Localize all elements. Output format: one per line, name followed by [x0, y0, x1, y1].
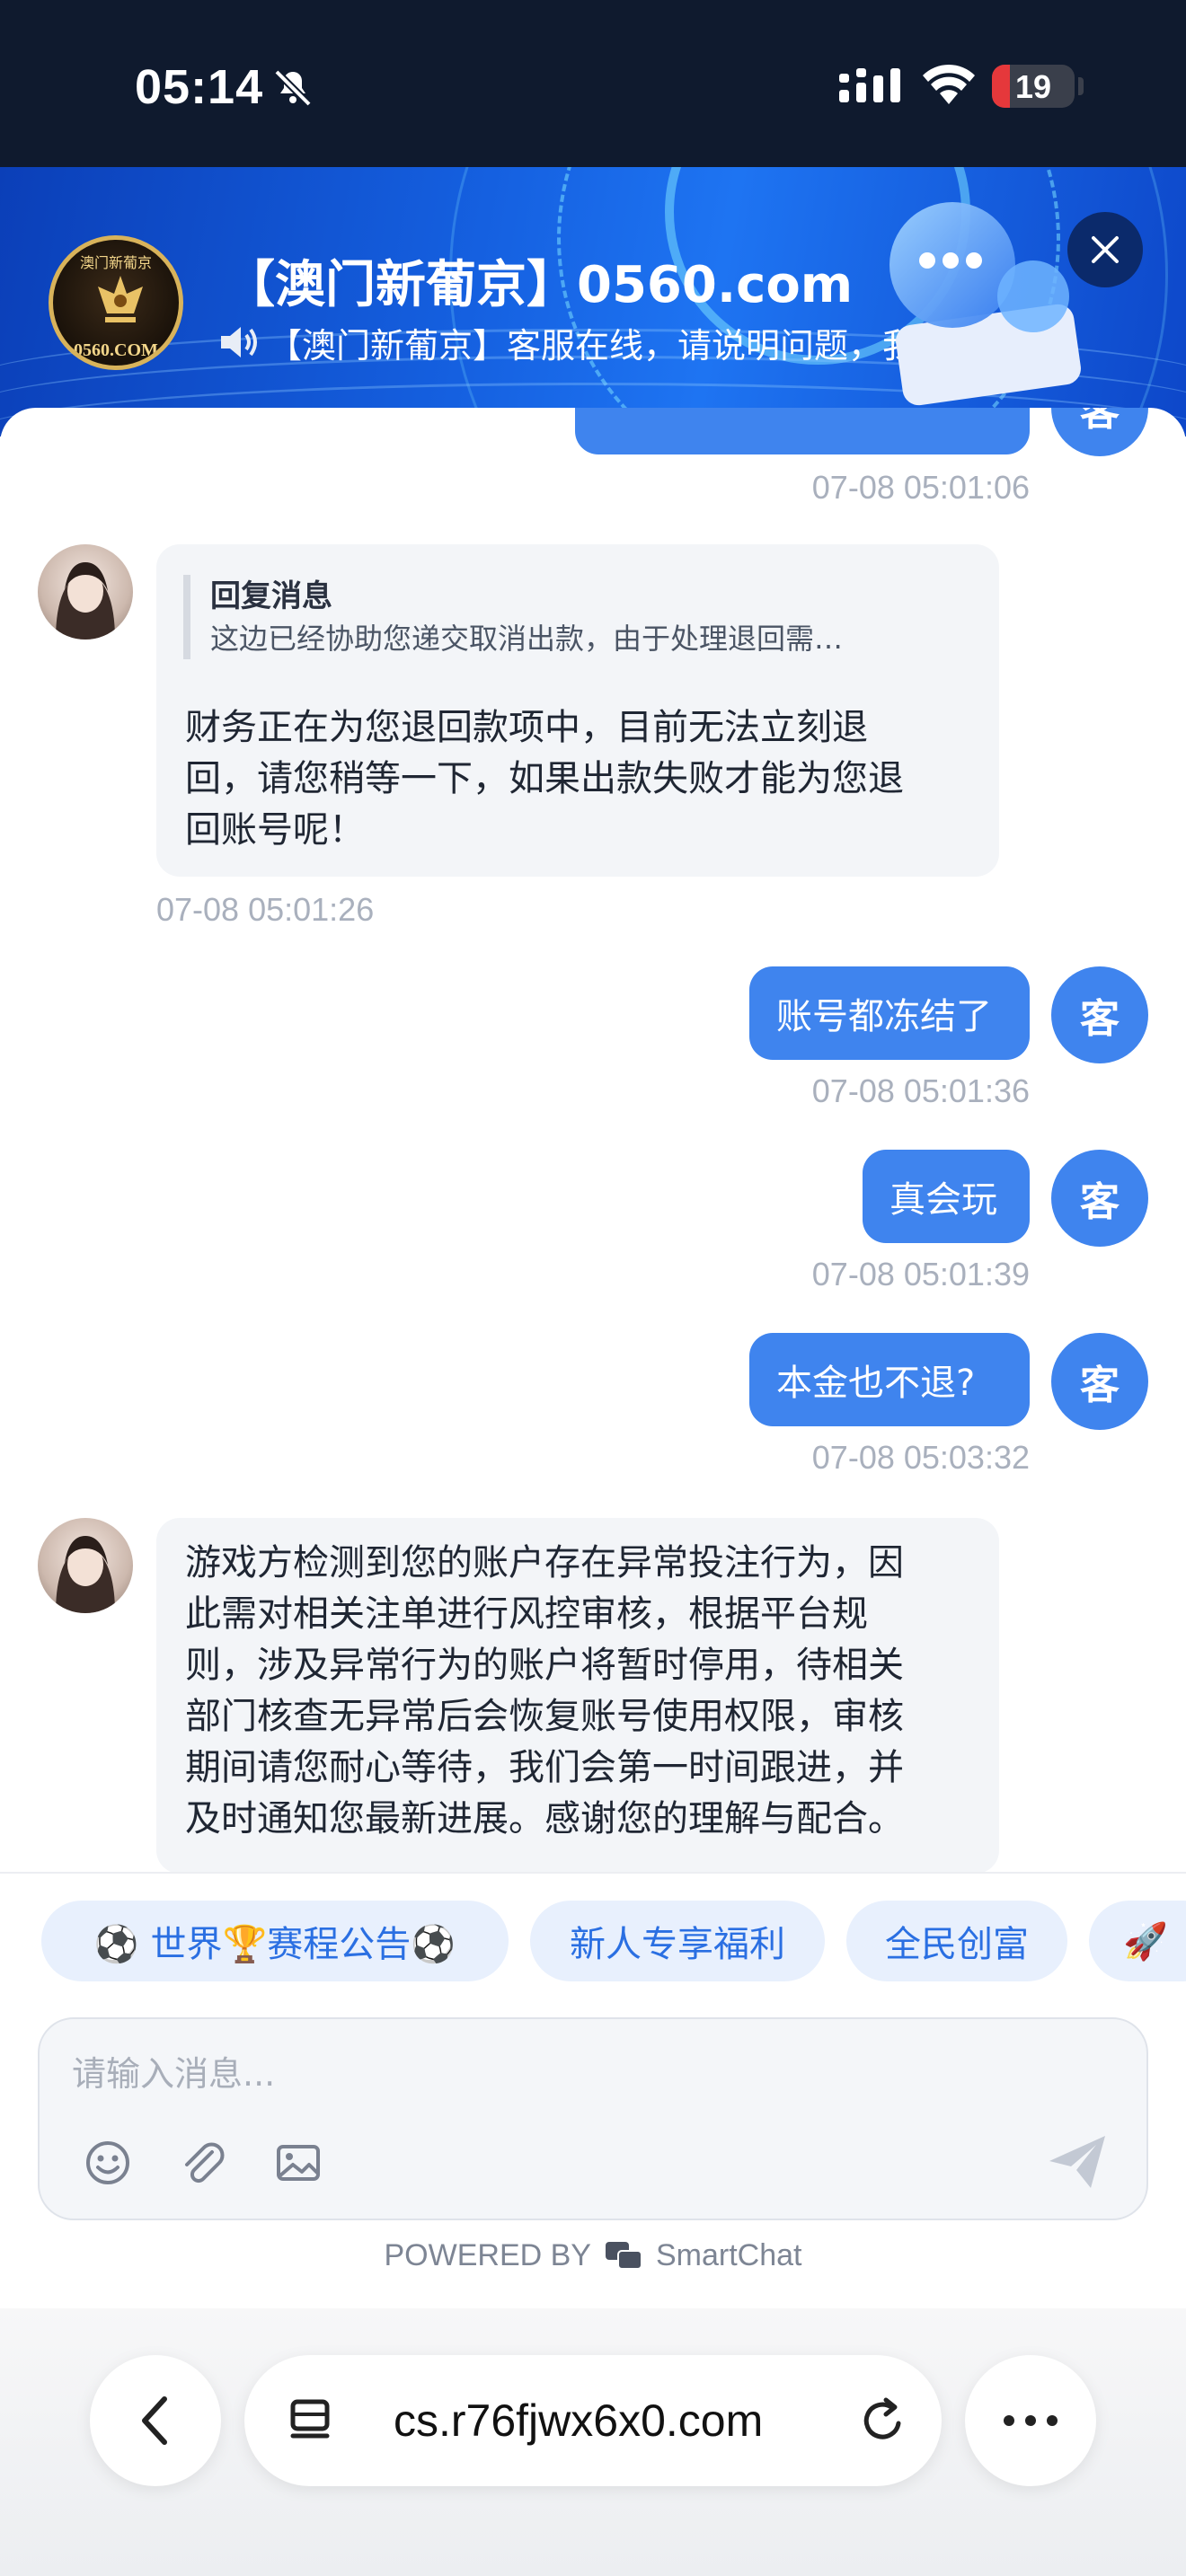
agent-avatar: [38, 544, 133, 640]
wifi-icon: [923, 64, 975, 104]
back-button[interactable]: [90, 2355, 221, 2486]
message-line: 期间请您耐心等待，我们会第一时间跟进，并: [185, 1747, 904, 1788]
user-message-bubble: 本金也不退?: [749, 1333, 1030, 1426]
message-timestamp: 07-08 05:01:39: [811, 1256, 1030, 1292]
message-timestamp: 07-08 05:01:06: [811, 469, 1030, 506]
signal-icon: [839, 68, 900, 102]
brand-logo: 澳门新葡京 0560.COM: [49, 235, 183, 370]
message-line: 及时通知您最新进展。感谢您的理解与配合。: [185, 1798, 904, 1839]
user-message-bubble: 账号都冻结了: [749, 966, 1030, 1060]
close-button[interactable]: [1067, 212, 1143, 287]
user-avatar: 客: [1051, 966, 1148, 1063]
quick-reply-bar[interactable]: ⚽ 世界🏆赛程公告⚽ 新人专享福利 全民创富 🚀: [0, 1872, 1186, 2019]
quoted-reply[interactable]: 回复消息 这边已经协助您递交取消出款，由于处理退回需…: [183, 575, 843, 659]
message-line: 部门核查无异常后会恢复账号使用权限，审核: [185, 1696, 904, 1737]
reload-icon[interactable]: [855, 2393, 909, 2447]
quick-reply-newcomer[interactable]: 新人专享福利: [530, 1901, 825, 1981]
bell-slash-icon: [274, 69, 312, 107]
attachment-icon[interactable]: [174, 2134, 232, 2192]
message-line: 则，涉及异常行为的账户将暂时停用，待相关: [185, 1645, 904, 1686]
message-line: 此需对相关注单进行风控审核，根据平台规: [185, 1593, 868, 1635]
powered-by: POWERED BY SmartChat: [384, 2238, 802, 2272]
partial-user-message: [575, 408, 1030, 454]
more-button[interactable]: [965, 2355, 1096, 2486]
browser-toolbar: cs.r76fjwx6x0.com: [0, 2308, 1186, 2576]
quick-reply-wealth[interactable]: 全民创富: [846, 1901, 1067, 1981]
message-line: 回，请您稍等一下，如果出款失败才能为您退: [185, 758, 904, 799]
message-line: 游戏方检测到您的账户存在异常投注行为，因: [185, 1542, 904, 1584]
user-avatar: 客: [1051, 1150, 1148, 1247]
chat-message-list[interactable]: 客 07-08 05:01:06 回复消息 这边已经协助您递交取消出款，由于处理…: [0, 408, 1186, 1872]
url-text: cs.r76fjwx6x0.com: [394, 2395, 764, 2446]
message-line: 财务正在为您退回款项中，目前无法立刻退: [185, 707, 868, 748]
message-timestamp: 07-08 05:01:36: [811, 1072, 1030, 1109]
image-icon[interactable]: [270, 2134, 327, 2192]
tabs-icon[interactable]: [286, 2395, 338, 2447]
send-icon[interactable]: [1044, 2129, 1111, 2195]
agent-avatar: [38, 1518, 133, 1613]
smartchat-logo-icon: [605, 2241, 642, 2270]
chevron-left-icon: [142, 2396, 167, 2445]
message-composer: [38, 2017, 1148, 2220]
clock: 05:14: [135, 60, 264, 114]
message-timestamp: 07-08 05:01:26: [156, 891, 375, 928]
user-message-bubble: 真会玩: [863, 1150, 1030, 1243]
message-timestamp: 07-08 05:03:32: [811, 1439, 1030, 1476]
status-bar: 05:14 19: [0, 0, 1186, 167]
close-icon: [1092, 236, 1119, 263]
quick-reply-schedule[interactable]: ⚽ 世界🏆赛程公告⚽: [41, 1901, 509, 1981]
message-line: 回账号呢！: [185, 809, 365, 851]
agent-message-bubble: 游戏方检测到您的账户存在异常投注行为，因 此需对相关注单进行风控审核，根据平台规…: [156, 1518, 999, 1872]
user-avatar: 客: [1051, 1333, 1148, 1430]
agent-message-bubble: 回复消息 这边已经协助您递交取消出款，由于处理退回需… 财务正在为您退回款项中，…: [156, 544, 999, 877]
address-bar[interactable]: cs.r76fjwx6x0.com: [244, 2355, 942, 2486]
chat-bubble-illustration-icon: [890, 202, 1081, 406]
chat-title: 【澳门新葡京】0560.com: [225, 256, 854, 314]
quick-reply-more[interactable]: 🚀: [1089, 1901, 1186, 1981]
user-avatar: 客: [1051, 408, 1148, 456]
emoji-icon[interactable]: [79, 2134, 137, 2192]
battery-icon: 19: [992, 65, 1075, 108]
message-input[interactable]: [72, 2042, 970, 2105]
speaker-icon: [221, 327, 257, 357]
more-dots-icon: [1004, 2415, 1058, 2426]
